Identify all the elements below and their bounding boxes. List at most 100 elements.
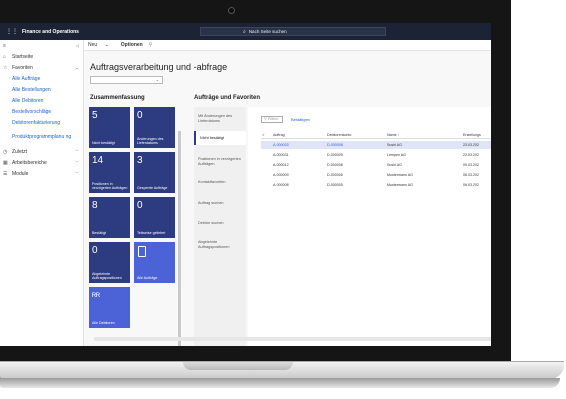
pin-icon[interactable]: ◁ [76,43,79,48]
workspace-icon: ▦ [3,159,8,166]
cell-account[interactable]: D-000005 [327,173,343,177]
new-button[interactable]: Neu ⌄ [88,42,115,48]
grid-filter-input[interactable]: ⚲ Filtern [261,116,283,123]
fav-list-item[interactable]: Kontaktfavoriten [198,180,244,185]
laptop-base-shadow [0,378,560,388]
fav-list-item[interactable]: Positionen in verzögerten Aufträgen [198,157,244,166]
vertical-scrollbar[interactable] [178,131,181,346]
nav-workspaces-label: Arbeitsbereiche [12,159,47,166]
cell-order[interactable]: A-000008 [273,183,289,187]
tile-delivery-date-changes[interactable]: 0 Änderungen des Lieferdatums [134,107,175,148]
list-icon: ☰ [3,170,8,177]
favorite-item[interactable]: Produktprogrammplanu ng [0,128,83,146]
nav-recent-label: Zuletzt [12,148,28,155]
favorite-item[interactable]: Alle Debitoren [0,95,83,106]
nav-home[interactable]: ⌂ Startseite [0,51,83,62]
filter-placeholder: Filtern [267,117,279,121]
horizontal-scrollbar[interactable] [94,337,491,341]
cell-name: Sushi AG [387,163,402,167]
column-header-account[interactable]: Debitorenkonto [327,133,351,137]
tile-rejected-lines[interactable]: 0 Abgelehnte Auftragspositionen [89,242,130,283]
tile-count: 0 [92,245,98,256]
cell-name: Mustermann AG [387,173,413,177]
tile-delayed-lines[interactable]: 14 Positionen in verzögerten Aufträgen [89,152,130,193]
nav-recent[interactable]: ◷ Zuletzt ﹀ [0,146,83,157]
tile-blocked-orders[interactable]: 3 Gesperrte Aufträge [134,152,175,193]
nav-modules-label: Module [12,170,29,177]
column-header-name[interactable]: Name ↑ [387,133,399,137]
new-label: Neu [88,42,98,48]
tile-label: Teilweise geliefert [137,230,166,235]
camera [228,7,235,14]
nav-home-label: Startseite [12,53,34,60]
tile-partially-delivered[interactable]: 0 Teilweise geliefert [134,197,175,238]
summary-title: Zusammenfassung [90,95,145,101]
orders-grid-panel: ⚲ Filtern Bestätigen ✓ Auftrag Debitoren… [248,107,491,346]
filter-dropdown[interactable]: ⌄ [90,76,163,84]
fav-list-item[interactable]: Debitor suchen [198,221,244,226]
cell-order[interactable]: A-000031 [273,153,289,157]
table-row[interactable]: A-000031 D-000009 Lempen AG 22.03.202 [261,151,491,159]
app-launcher-icon[interactable]: ⋮⋮ [6,28,18,35]
confirm-button[interactable]: Bestätigen [291,117,310,122]
cell-order[interactable]: A-000012 [273,163,289,167]
workspace-main: Auftragsverarbeitung und -abfrage ⌄ Zusa… [84,51,491,346]
fav-list-item[interactable]: Mit Änderungen des Lieferdatums [198,114,244,123]
tile-count: 0 [137,110,143,121]
cell-created: 22.03.202 [463,153,479,157]
nav-favorites[interactable]: ☆ Favoriten ︿ [0,62,83,73]
tile-count: 14 [92,155,104,166]
nav-workspaces[interactable]: ▦ Arbeitsbereiche ﹀ [0,157,83,168]
favorite-item[interactable]: Debitorenfakturierung [0,117,83,128]
favorite-item[interactable]: Alle Bestellungen [0,84,83,95]
fav-list-item[interactable]: Abgelehnte Auftragspositionen [198,240,244,249]
tile-label: Alle Aufträge [137,275,158,280]
tile-not-confirmed[interactable]: 5 Nicht bestätigt [89,107,130,148]
options-button[interactable]: Optionen [121,42,143,48]
cell-order[interactable]: A-000033 [273,143,289,147]
cell-account[interactable]: D-000008 [327,163,343,167]
tile-count: 8 [92,200,98,211]
tile-count: 3 [137,155,143,166]
tile-confirmed[interactable]: 8 Bestätigt [89,197,130,238]
table-row[interactable]: A-000008 D-000005 Mustermann AG 06.03.20… [261,181,491,189]
tile-label: Abgelehnte Auftragspositionen [92,271,122,280]
home-icon: ⌂ [3,53,7,60]
nav-collapse-row[interactable]: ≡ ◁ [0,40,83,51]
fav-list-item-active[interactable]: Nicht bestätigt [194,131,246,145]
fav-list-item[interactable]: Auftrag suchen [198,201,244,206]
navigation-pane: ≡ ◁ ⌂ Startseite ☆ Favoriten ︿ Alle Auft… [0,40,84,346]
column-header-order[interactable]: Auftrag [273,133,285,137]
tile-all-customers[interactable]: ᴿᴿ Alle Debitoren [89,287,130,328]
cell-order[interactable]: A-000009 [273,173,289,177]
laptop-mockup: ⋮⋮ Finance and Operations ⌕ Nach Seite s… [0,0,566,399]
column-header-created[interactable]: Erstellungs [463,133,481,137]
table-row[interactable]: A-000012 D-000008 Sushi AG 09.03.202 [261,161,491,169]
table-row[interactable]: A-000033 D-000008 Sushi AG 23.03.202 [261,141,491,149]
app-title: Finance and Operations [22,28,79,35]
cell-created: 06.03.202 [463,183,479,187]
favorites-list: Mit Änderungen des Lieferdatums Nicht be… [194,107,246,346]
cell-name: Lempen AG [387,153,406,157]
table-row[interactable]: A-000009 D-000005 Mustermann AG 06.03.20… [261,171,491,179]
tile-label: Alle Debitoren [92,320,115,325]
search-icon: ⌕ [243,28,246,35]
chevron-down-icon: ⌄ [104,42,109,48]
search-icon[interactable]: ⚲ [149,42,153,48]
tile-label: Positionen in verzögerten Aufträgen [92,181,128,190]
hamburger-icon[interactable]: ≡ [3,43,12,49]
favorite-item[interactable]: Alle Aufträge [0,73,83,84]
laptop-notch [183,362,293,370]
app-screen: ⋮⋮ Finance and Operations ⌕ Nach Seite s… [0,23,491,346]
search-icon: ⚲ [264,117,267,121]
cell-account[interactable]: D-000008 [327,143,343,147]
favorites-title: Aufträge und Favoriten [194,95,261,101]
favorite-item[interactable]: Bestellvorschläge [0,106,83,117]
page-search-input[interactable]: ⌕ Nach Seite suchen [200,27,386,36]
tile-all-orders[interactable]: Alle Aufträge [134,242,175,283]
chevron-down-icon: ﹀ [75,159,79,165]
cell-account[interactable]: D-000009 [327,153,343,157]
cell-account[interactable]: D-000005 [327,183,343,187]
check-icon[interactable]: ✓ [262,133,265,137]
nav-modules[interactable]: ☰ Module ﹀ [0,168,83,179]
